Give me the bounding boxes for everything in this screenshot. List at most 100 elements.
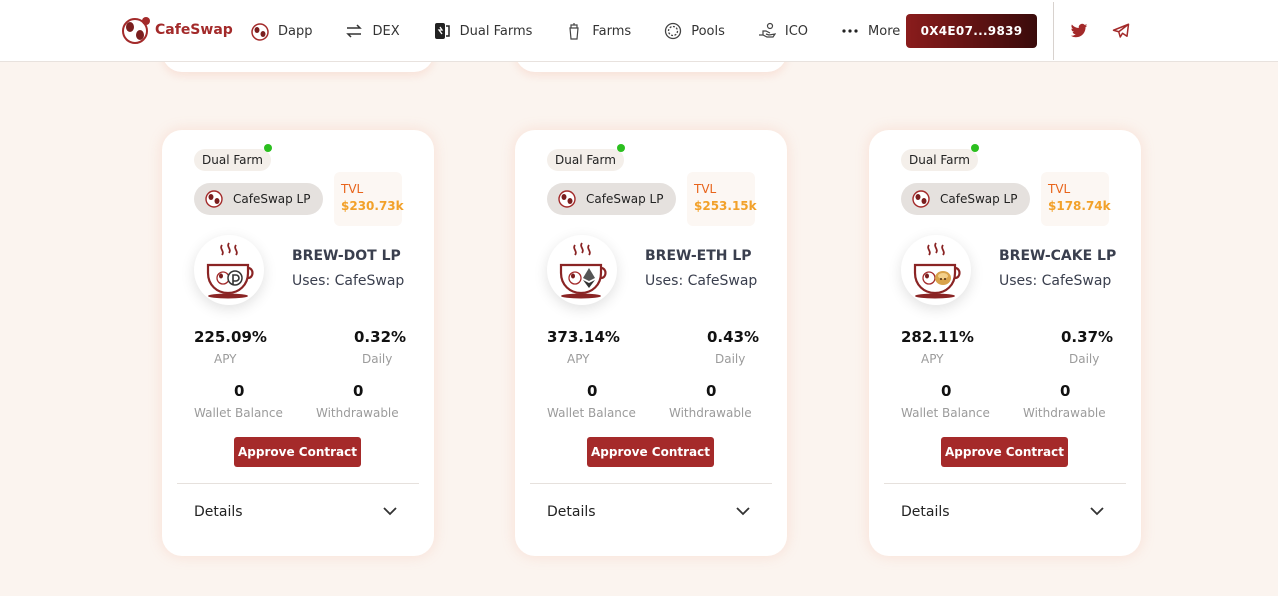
withdrawable-value: 0 bbox=[353, 382, 364, 400]
lp-badge: CafeSwap LP bbox=[194, 183, 323, 215]
nav-label: More bbox=[868, 23, 901, 39]
chevron-down-icon[interactable] bbox=[735, 503, 751, 519]
cup-icon bbox=[250, 21, 270, 41]
wallet-balance-label: Wallet Balance bbox=[901, 406, 990, 420]
details-toggle[interactable]: Details bbox=[901, 504, 950, 520]
status-dot bbox=[617, 144, 625, 152]
dual-farm-badge: Dual Farm bbox=[194, 149, 271, 171]
details-toggle[interactable]: Details bbox=[194, 504, 243, 520]
main-nav: Dapp DEX Dual Farms Farms Pools ICO More bbox=[250, 20, 932, 42]
details-toggle[interactable]: Details bbox=[547, 504, 596, 520]
wallet-balance-label: Wallet Balance bbox=[194, 406, 283, 420]
farm-card: Dual Farm CafeSwap LP TVL $230.73k BREW-… bbox=[162, 130, 434, 556]
tvl-label: TVL bbox=[1048, 182, 1071, 196]
approve-contract-button[interactable]: Approve Contract bbox=[941, 437, 1068, 467]
wallet-balance-value: 0 bbox=[941, 382, 952, 400]
token-pair-name: BREW-ETH LP bbox=[645, 248, 752, 264]
brew-dot-cup-icon bbox=[206, 242, 254, 299]
farm-card: Dual Farm CafeSwap LP TVL $178.74k BREW-… bbox=[869, 130, 1141, 556]
daily-label: Daily bbox=[1069, 352, 1100, 366]
daily-label: Daily bbox=[715, 352, 746, 366]
telegram-icon[interactable] bbox=[1112, 22, 1130, 40]
status-dot bbox=[264, 144, 272, 152]
nav-dual-farms[interactable]: Dual Farms bbox=[432, 20, 533, 42]
ico-hand-icon bbox=[757, 21, 777, 41]
apy-value: 373.14% bbox=[547, 328, 620, 346]
token-uses: Uses: CafeSwap bbox=[292, 273, 405, 289]
farm-card: Dual Farm CafeSwap LP TVL $253.15k BREW-… bbox=[515, 130, 787, 556]
withdrawable-value: 0 bbox=[706, 382, 717, 400]
daily-value: 0.37% bbox=[1061, 328, 1114, 346]
cafeswap-logo-icon bbox=[122, 17, 150, 44]
tvl-box: TVL $230.73k bbox=[334, 172, 404, 226]
apy-label: APY bbox=[921, 352, 944, 366]
token-pair-name: BREW-DOT LP bbox=[292, 248, 401, 264]
cafeswap-lp-icon bbox=[205, 190, 223, 208]
nav-dapp[interactable]: Dapp bbox=[250, 20, 312, 42]
brew-cake-cup-icon bbox=[913, 242, 961, 299]
token-avatar bbox=[901, 235, 971, 305]
swap-arrows-icon bbox=[344, 21, 364, 41]
approve-contract-button[interactable]: Approve Contract bbox=[587, 437, 714, 467]
approve-contract-button[interactable]: Approve Contract bbox=[234, 437, 361, 467]
tvl-label: TVL bbox=[341, 182, 364, 196]
apy-label: APY bbox=[214, 352, 237, 366]
apy-value: 282.11% bbox=[901, 328, 974, 346]
nav-label: DEX bbox=[372, 23, 400, 39]
chevron-down-icon[interactable] bbox=[1089, 503, 1105, 519]
token-avatar bbox=[547, 235, 617, 305]
withdrawable-label: Withdrawable bbox=[316, 406, 399, 420]
wallet-address-button[interactable]: 0X4E07...9839 bbox=[906, 14, 1037, 48]
tvl-value: $230.73k bbox=[341, 199, 404, 213]
nav-farms[interactable]: Farms bbox=[564, 20, 631, 42]
nav-label: Dual Farms bbox=[459, 23, 533, 39]
token-uses: Uses: CafeSwap bbox=[999, 273, 1112, 289]
more-dots-icon bbox=[840, 21, 860, 41]
nav-dex[interactable]: DEX bbox=[344, 20, 400, 42]
header-divider bbox=[1053, 2, 1054, 60]
cafeswap-lp-icon bbox=[912, 190, 930, 208]
dual-farm-badge: Dual Farm bbox=[547, 149, 624, 171]
withdrawable-value: 0 bbox=[1060, 382, 1071, 400]
card-divider bbox=[884, 483, 1126, 484]
nav-ico[interactable]: ICO bbox=[757, 20, 808, 42]
nav-more[interactable]: More bbox=[840, 20, 900, 42]
token-avatar bbox=[194, 235, 264, 305]
apy-label: APY bbox=[567, 352, 590, 366]
status-dot bbox=[971, 144, 979, 152]
cafeswap-lp-icon bbox=[558, 190, 576, 208]
wallet-balance-value: 0 bbox=[234, 382, 245, 400]
farm-icon bbox=[564, 21, 584, 41]
token-pair-name: BREW-CAKE LP bbox=[999, 248, 1117, 264]
top-navbar: CafeSwap Dapp DEX Dual Farms Farms Pools… bbox=[0, 0, 1278, 62]
lp-badge: CafeSwap LP bbox=[547, 183, 676, 215]
brew-eth-cup-icon bbox=[559, 242, 607, 299]
lp-label: CafeSwap LP bbox=[233, 192, 311, 206]
lp-label: CafeSwap LP bbox=[940, 192, 1018, 206]
twitter-icon[interactable] bbox=[1070, 22, 1088, 40]
wallet-balance-label: Wallet Balance bbox=[547, 406, 636, 420]
nav-label: ICO bbox=[784, 23, 809, 39]
token-uses: Uses: CafeSwap bbox=[645, 273, 758, 289]
tvl-box: TVL $253.15k bbox=[687, 172, 757, 226]
brand-logo[interactable]: CafeSwap bbox=[120, 15, 233, 45]
apy-value: 225.09% bbox=[194, 328, 267, 346]
nav-label: Farms bbox=[592, 23, 632, 39]
lp-badge: CafeSwap LP bbox=[901, 183, 1030, 215]
tvl-value: $178.74k bbox=[1048, 199, 1111, 213]
lp-label: CafeSwap LP bbox=[586, 192, 664, 206]
tvl-value: $253.15k bbox=[694, 199, 757, 213]
withdrawable-label: Withdrawable bbox=[1023, 406, 1106, 420]
card-divider bbox=[530, 483, 772, 484]
daily-value: 0.32% bbox=[354, 328, 407, 346]
daily-label: Daily bbox=[362, 352, 393, 366]
nav-pools[interactable]: Pools bbox=[663, 20, 725, 42]
tvl-label: TVL bbox=[694, 182, 717, 196]
chevron-down-icon[interactable] bbox=[382, 503, 398, 519]
pool-icon bbox=[663, 21, 683, 41]
nav-label: Pools bbox=[691, 23, 725, 39]
dual-farm-icon bbox=[432, 21, 452, 41]
daily-value: 0.43% bbox=[707, 328, 760, 346]
card-divider bbox=[177, 483, 419, 484]
withdrawable-label: Withdrawable bbox=[669, 406, 752, 420]
